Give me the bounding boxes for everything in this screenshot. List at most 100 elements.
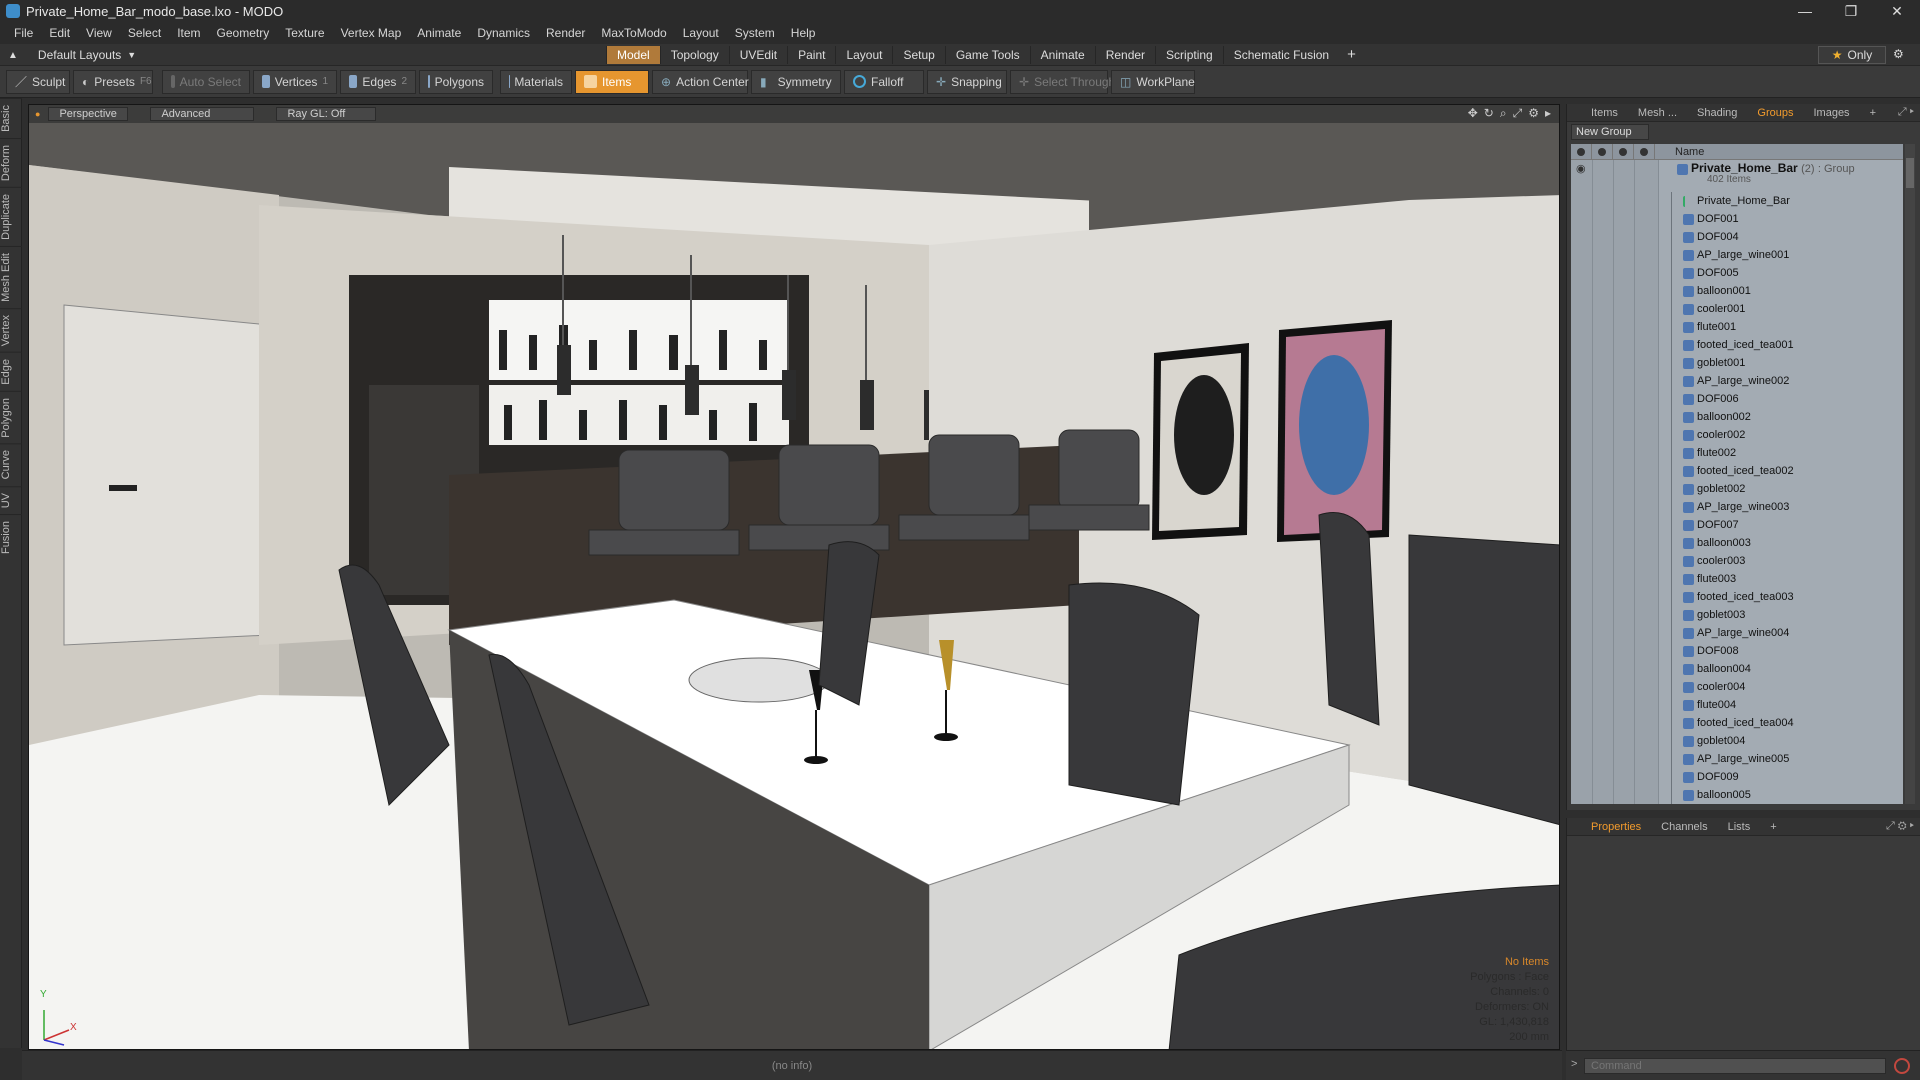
viewport-menu-icon[interactable]: ● [35, 109, 40, 119]
menu-render[interactable]: Render [538, 22, 593, 44]
group-item-row[interactable]: balloon003 [1571, 534, 1903, 552]
group-item-row[interactable]: DOF007 [1571, 516, 1903, 534]
group-item-row[interactable]: flute001 [1571, 318, 1903, 336]
command-input[interactable] [1584, 1058, 1886, 1074]
group-item-row[interactable]: flute003 [1571, 570, 1903, 588]
symmetry-button[interactable]: ▮ Symmetry [751, 69, 841, 94]
group-item-row[interactable]: AP_large_wine005 [1571, 750, 1903, 768]
tab-curve[interactable]: Curve [0, 443, 22, 486]
tab-paint[interactable]: Paint [787, 46, 835, 64]
group-item-row[interactable]: goblet003 [1571, 606, 1903, 624]
auto-select-button[interactable]: Auto Select [162, 69, 250, 94]
tab-lists[interactable]: Lists [1718, 818, 1761, 836]
add-properties-tab-icon[interactable]: + [1760, 818, 1786, 836]
minimize-button[interactable]: — [1782, 0, 1828, 22]
tab-schematic-fusion[interactable]: Schematic Fusion [1222, 46, 1339, 64]
tab-channels[interactable]: Channels [1651, 818, 1717, 836]
menu-texture[interactable]: Texture [277, 22, 332, 44]
group-item-row[interactable]: AP_large_wine004 [1571, 624, 1903, 642]
tab-basic[interactable]: Basic [0, 98, 22, 138]
group-item-row[interactable]: DOF004 [1571, 228, 1903, 246]
menu-help[interactable]: Help [783, 22, 824, 44]
group-item-row[interactable]: cooler002 [1571, 426, 1903, 444]
group-item-row[interactable]: balloon005 [1571, 786, 1903, 804]
tab-fusion[interactable]: Fusion [0, 514, 22, 561]
sculpt-button[interactable]: ／ Sculpt [6, 69, 70, 94]
groups-scrollbar[interactable] [1905, 144, 1915, 804]
menu-dynamics[interactable]: Dynamics [469, 22, 538, 44]
select-column-icon[interactable] [1634, 144, 1655, 160]
tab-topology[interactable]: Topology [659, 46, 729, 64]
shading-dropdown[interactable]: Advanced [150, 107, 255, 121]
tab-groups[interactable]: Groups [1747, 104, 1803, 122]
group-item-row[interactable]: DOF009 [1571, 768, 1903, 786]
group-item-row[interactable]: goblet002 [1571, 480, 1903, 498]
materials-button[interactable]: Materials [500, 69, 572, 94]
pan-icon[interactable]: ✥ [1468, 106, 1478, 121]
group-item-row[interactable]: DOF001 [1571, 210, 1903, 228]
menu-vertex-map[interactable]: Vertex Map [333, 22, 410, 44]
group-item-row[interactable]: balloon004 [1571, 660, 1903, 678]
raygl-toggle[interactable]: Ray GL: Off [276, 107, 377, 121]
menu-edit[interactable]: Edit [41, 22, 78, 44]
falloff-button[interactable]: Falloff [844, 69, 924, 94]
group-item-row[interactable]: footed_iced_tea004 [1571, 714, 1903, 732]
menu-animate[interactable]: Animate [409, 22, 469, 44]
tab-mesh[interactable]: Mesh ... [1628, 104, 1687, 122]
lock-column-icon[interactable] [1613, 144, 1634, 160]
select-through-button[interactable]: ✛ Select Through [1010, 69, 1115, 94]
group-item-row[interactable]: cooler004 [1571, 678, 1903, 696]
record-icon[interactable] [1894, 1058, 1910, 1074]
group-item-row[interactable]: cooler001 [1571, 300, 1903, 318]
items-button[interactable]: Items [575, 69, 649, 94]
tab-animate[interactable]: Animate [1029, 46, 1095, 64]
group-item-row[interactable]: goblet004 [1571, 732, 1903, 750]
snapping-button[interactable]: ✛ Snapping [927, 69, 1007, 94]
restore-button[interactable]: ❐ [1828, 0, 1874, 22]
group-item-row[interactable]: flute002 [1571, 444, 1903, 462]
action-center-button[interactable]: ⊕ Action Center [652, 69, 749, 94]
tab-mesh-edit[interactable]: Mesh Edit [0, 245, 22, 308]
visibility-column-icon[interactable] [1571, 144, 1592, 160]
add-tab-icon[interactable]: + [1339, 46, 1364, 64]
tab-images[interactable]: Images [1803, 104, 1859, 122]
3d-viewport[interactable]: Y X ● Perspective Advanced Ray GL: Off ✥… [28, 104, 1560, 1050]
group-item-row[interactable]: footed_iced_tea003 [1571, 588, 1903, 606]
menu-view[interactable]: View [78, 22, 120, 44]
vertices-button[interactable]: Vertices 1 [253, 69, 337, 94]
tab-deform[interactable]: Deform [0, 137, 22, 187]
properties-expand-icon[interactable]: ⤢ ⚙ ▸ [1886, 820, 1914, 833]
group-root-row[interactable]: ◉ Private_Home_Bar (2) : Group 402 Items [1571, 160, 1903, 192]
presets-button[interactable]: ◐ Presets F6 [73, 69, 153, 94]
tab-duplicate[interactable]: Duplicate [0, 186, 22, 246]
group-item-row[interactable]: balloon001 [1571, 282, 1903, 300]
menu-select[interactable]: Select [120, 22, 169, 44]
viewport-expand-icon[interactable]: ▸ [1545, 106, 1551, 121]
menu-layout[interactable]: Layout [675, 22, 727, 44]
menu-maxtomodo[interactable]: MaxToModo [593, 22, 674, 44]
tab-uv[interactable]: UV [0, 485, 22, 515]
view-type-dropdown[interactable]: Perspective [48, 107, 129, 121]
group-item-row[interactable]: balloon002 [1571, 408, 1903, 426]
group-item-row[interactable]: AP_large_wine003 [1571, 498, 1903, 516]
zoom-icon[interactable]: ⌕ [1500, 106, 1507, 121]
workplane-button[interactable]: ◫ WorkPlane [1111, 69, 1195, 94]
add-panel-tab-icon[interactable]: + [1860, 104, 1886, 122]
only-button[interactable]: ★ Only [1818, 46, 1886, 64]
tab-uvedit[interactable]: UVEdit [728, 46, 787, 64]
group-item-row[interactable]: footed_iced_tea001 [1571, 336, 1903, 354]
menu-item[interactable]: Item [169, 22, 208, 44]
group-item-row[interactable]: footed_iced_tea002 [1571, 462, 1903, 480]
tab-properties[interactable]: Properties [1581, 818, 1651, 836]
group-item-row[interactable]: Private_Home_Bar [1571, 192, 1903, 210]
group-item-row[interactable]: goblet001 [1571, 354, 1903, 372]
fit-icon[interactable]: ⤢ [1513, 106, 1523, 121]
group-item-row[interactable]: flute004 [1571, 696, 1903, 714]
tab-render[interactable]: Render [1094, 46, 1155, 64]
tab-model[interactable]: Model [606, 46, 660, 64]
layout-dropdown[interactable]: ▲ Default Layouts ▼ [8, 47, 136, 63]
tab-setup[interactable]: Setup [892, 46, 944, 64]
group-item-row[interactable]: DOF008 [1571, 642, 1903, 660]
render-column-icon[interactable] [1592, 144, 1613, 160]
new-group-button[interactable]: New Group [1571, 124, 1649, 140]
